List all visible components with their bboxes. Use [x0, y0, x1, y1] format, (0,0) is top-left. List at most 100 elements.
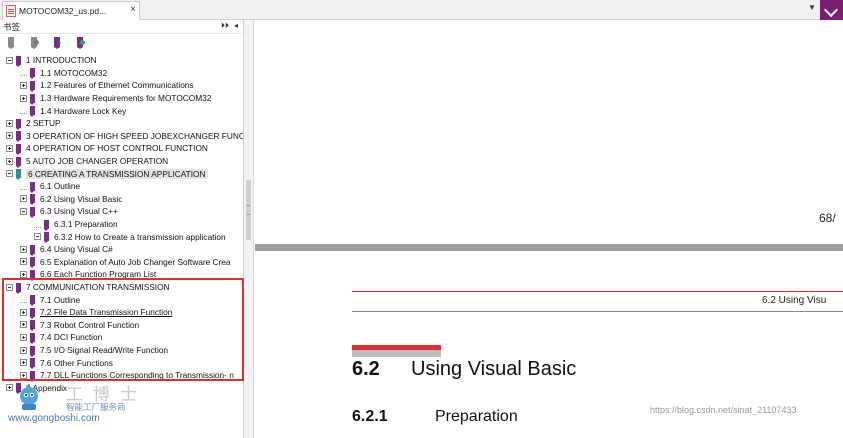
bookmark-label: 6.5 Explanation of Auto Job Changer Soft… [40, 256, 231, 267]
bookmark-label: 1.3 Hardware Requirements for MOTOCOM32 [40, 93, 212, 104]
bookmark-item[interactable]: 6.1 Outline [20, 180, 80, 193]
bookmark-item[interactable]: 5 AUTO JOB CHANGER OPERATION [6, 155, 168, 168]
bookmark-item[interactable]: 6.5 Explanation of Auto Job Changer Soft… [20, 256, 231, 269]
document-tab[interactable]: MOTOCOM32_us.pd... × [2, 1, 140, 20]
add-bookmark-icon[interactable] [52, 37, 63, 49]
bookmark-item[interactable]: 1.3 Hardware Requirements for MOTOCOM32 [20, 92, 211, 105]
bookmark-properties-icon[interactable] [75, 37, 86, 49]
bookmark-item[interactable]: 6.3.1 Preparation [34, 218, 118, 231]
bookmark-icon [16, 131, 21, 143]
bookmark-label: 6.3.1 Preparation [54, 219, 118, 230]
bookmark-label: 4 OPERATION OF HOST CONTROL FUNCTION [26, 143, 208, 154]
expand-icon[interactable] [6, 132, 13, 140]
bookmark-item[interactable]: 7.2 File Data Transmission Function [20, 306, 172, 319]
bookmark-icon [30, 68, 35, 80]
bookmark-item[interactable]: 7 COMMUNICATION TRANSMISSION [6, 281, 170, 294]
expand-icon[interactable] [20, 321, 27, 329]
bookmark-item[interactable]: 7.1 Outline [20, 293, 80, 307]
bookmark-label: 7.3 Robot Control Function [40, 319, 140, 330]
close-tab-icon[interactable]: × [130, 5, 136, 15]
bookmark-label: 3 OPERATION OF HIGH SPEED JOBEXCHANGER F… [26, 130, 243, 141]
expand-bookmark-icon[interactable] [29, 37, 40, 49]
bookmark-label: 7.7 DLL Functions Corresponding to Trans… [40, 370, 234, 381]
expand-icon[interactable] [20, 346, 27, 354]
bookmark-item[interactable]: 1.4 Hardware Lock Key [20, 104, 126, 118]
collapse-panel-icon[interactable]: ⏵⏵ [221, 21, 229, 31]
bookmark-label: 2 SETUP [26, 118, 61, 129]
bookmark-item[interactable]: 6.2 Using Visual Basic [20, 193, 122, 206]
expand-icon[interactable] [20, 94, 27, 102]
bookmark-label: 6 CREATING A TRANSMISSION APPLICATION [26, 168, 208, 179]
bookmark-item[interactable]: 7.4 DCI Function [20, 331, 102, 344]
collapse-icon[interactable] [34, 233, 41, 241]
watermark-url: www.gongboshi.com [8, 413, 100, 424]
bookmark-label: 6.6 Each Function Program List [40, 269, 157, 280]
sidebar-splitter[interactable] [244, 20, 254, 438]
section-title: Using Visual Basic [411, 358, 577, 380]
bookmark-icon [44, 232, 49, 244]
bookmark-label: 1 INTRODUCTION [26, 55, 97, 66]
watermark-slogan: 智能工厂服务商 [66, 403, 126, 413]
bookmark-icon [16, 118, 21, 130]
bookmark-icon [16, 156, 21, 168]
bookmark-item[interactable]: 6.3.2 How to Create a transmission appli… [34, 230, 226, 244]
bookmark-item[interactable]: 6.4 Using Visual C# [20, 243, 113, 256]
bookmark-item[interactable]: 7.5 I/O Signal Read/Write Function [20, 344, 168, 357]
bookmark-icon [44, 219, 49, 231]
expand-icon[interactable] [20, 308, 27, 316]
app-logo-icon [820, 0, 843, 20]
bookmark-item[interactable]: 2 SETUP [6, 117, 61, 130]
bookmark-item[interactable]: 1.2 Features of Ethernet Communications [20, 79, 194, 92]
pdf-page-previous: 68/ [255, 20, 843, 244]
bookmark-item[interactable]: 6.6 Each Function Program List [20, 268, 156, 281]
document-viewer[interactable]: 68/ 6.2 Using Visu 6.2 Using Visual Basi… [255, 20, 843, 438]
expand-icon[interactable] [20, 371, 27, 379]
bookmark-icon [30, 295, 35, 307]
bookmark-item[interactable]: 1.1 MOTOCOM32 [20, 67, 107, 80]
bookmark-item[interactable]: 4 OPERATION OF HOST CONTROL FUNCTION [6, 142, 208, 155]
expand-icon[interactable] [6, 119, 13, 127]
bookmark-label: 1.1 MOTOCOM32 [40, 67, 108, 78]
collapse-icon[interactable] [20, 207, 27, 215]
expand-icon[interactable] [6, 144, 13, 152]
expand-icon[interactable] [20, 195, 27, 203]
bookmark-item[interactable]: 3 OPERATION OF HIGH SPEED JOBEXCHANGER F… [6, 130, 243, 143]
tab-title: MOTOCOM32_us.pd... [19, 6, 107, 16]
bookmark-item[interactable]: 6.3 Using Visual C++ [20, 205, 118, 218]
tree-connector [20, 296, 27, 304]
bookmark-item[interactable]: 1 INTRODUCTION [6, 54, 97, 67]
expand-icon[interactable] [20, 245, 27, 253]
section-grey-bar [352, 350, 441, 357]
collapse-icon[interactable] [6, 56, 13, 64]
bookmark-item[interactable]: 7.6 Other Functions [20, 356, 113, 370]
robot-mascot-icon [20, 384, 38, 410]
expand-icon[interactable] [20, 333, 27, 341]
section-number: 6.2 [352, 358, 380, 380]
collapse-icon[interactable] [6, 170, 13, 178]
bookmark-icon [30, 206, 35, 218]
expand-icon[interactable] [20, 359, 27, 367]
tree-connector [20, 107, 27, 115]
pdf-file-icon [6, 5, 16, 17]
expand-icon[interactable] [20, 81, 27, 89]
bookmark-label: 7.2 File Data Transmission Function [40, 307, 173, 318]
bookmarks-panel-header: 书签 ⏵⏵ ◂ [0, 20, 243, 34]
tree-connector [34, 221, 41, 228]
bookmark-icon [16, 143, 21, 155]
expand-icon[interactable] [20, 258, 27, 266]
bookmark-label: 7.4 DCI Function [40, 332, 103, 343]
bookmark-icon [30, 106, 35, 118]
collapse-icon[interactable] [6, 283, 13, 291]
expand-icon[interactable] [6, 157, 13, 165]
bookmark-item[interactable]: 7.3 Robot Control Function [20, 319, 139, 332]
bookmark-icon [30, 244, 35, 256]
panel-menu-icon[interactable]: ◂ [234, 21, 238, 30]
tab-list-dropdown-icon[interactable]: ▼ [808, 3, 816, 12]
tab-bar: MOTOCOM32_us.pd... × ▼ [0, 0, 843, 20]
bookmark-icon [16, 169, 21, 181]
csdn-watermark: https://blog.csdn.net/sinat_21107433 [650, 405, 797, 415]
subsection-number: 6.2.1 [352, 408, 388, 425]
expand-icon[interactable] [20, 270, 27, 278]
bookmark-options-icon[interactable] [6, 37, 17, 49]
bookmark-item[interactable]: 6 CREATING A TRANSMISSION APPLICATION [6, 167, 208, 181]
